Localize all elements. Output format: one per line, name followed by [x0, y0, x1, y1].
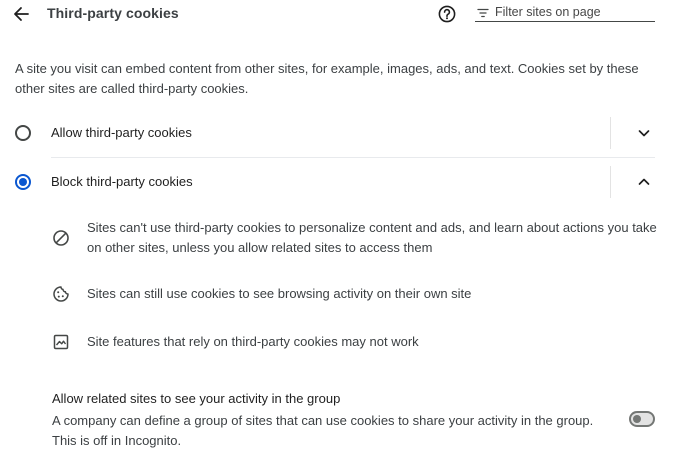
description-line-1: A site you visit can embed content from …: [15, 61, 639, 76]
divider: [610, 166, 611, 198]
block-detail-text: Sites can't use third-party cookies to p…: [87, 218, 657, 258]
arrow-back-icon: [10, 3, 32, 25]
chevron-down-icon: [636, 125, 652, 141]
block-radio[interactable]: [15, 174, 31, 190]
detail-line-2: on other sites, unless you allow related…: [87, 240, 433, 255]
divider: [610, 117, 611, 149]
related-sites-toggle[interactable]: [629, 411, 655, 427]
cookie-icon: [52, 285, 70, 303]
description-line-2: other sites are called third-party cooki…: [15, 81, 249, 96]
chevron-up-icon: [636, 174, 652, 190]
option-allow-third-party-cookies[interactable]: Allow third-party cookies: [0, 109, 673, 157]
expand-allow-button[interactable]: [636, 125, 652, 141]
block-icon: [52, 229, 70, 247]
related-sites-description: A company can define a group of sites th…: [52, 411, 612, 451]
filter-sites-input[interactable]: [495, 3, 653, 20]
description: A site you visit can embed content from …: [15, 59, 655, 99]
block-detail-text: Sites can still use cookies to see brows…: [87, 286, 472, 301]
option-label: Allow third-party cookies: [51, 125, 192, 140]
filter-field[interactable]: [475, 3, 655, 22]
page-title: Third-party cookies: [47, 5, 179, 21]
collapse-block-button[interactable]: [636, 174, 652, 190]
related-sites-title: Allow related sites to see your activity…: [52, 391, 341, 406]
back-button[interactable]: [10, 3, 32, 25]
header-bar: Third-party cookies: [0, 0, 673, 28]
allow-radio[interactable]: [15, 125, 31, 141]
filter-icon: [476, 6, 490, 20]
third-party-cookies-page: Third-party cookies A site you visit can…: [0, 0, 673, 457]
detail-line-1: Sites can't use third-party cookies to p…: [87, 220, 657, 235]
option-label: Block third-party cookies: [51, 174, 193, 189]
option-block-third-party-cookies[interactable]: Block third-party cookies: [0, 158, 673, 206]
toggle-knob: [633, 415, 641, 423]
related-line-1: A company can define a group of sites th…: [52, 413, 594, 428]
web-asset-broken-icon: [52, 333, 70, 351]
help-button[interactable]: [437, 4, 457, 24]
block-detail-text: Site features that rely on third-party c…: [87, 334, 419, 349]
related-line-2: This is off in Incognito.: [52, 433, 182, 448]
help-icon: [437, 4, 457, 24]
